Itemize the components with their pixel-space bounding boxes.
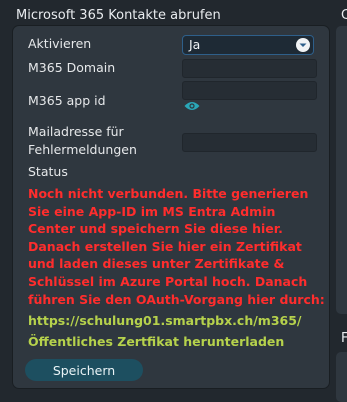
right-edge-panel-top <box>336 26 347 314</box>
save-button[interactable]: Speichern <box>25 359 143 381</box>
error-email-label: Mailadresse für Fehlermeldungen <box>28 123 137 159</box>
m365-settings-panel: Aktivieren Ja M365 Domain M365 app id Ma… <box>13 26 329 388</box>
error-email-label-line2: Fehlermeldungen <box>28 142 137 157</box>
error-email-label-line1: Mailadresse für <box>28 124 124 139</box>
app-id-input[interactable] <box>182 81 317 100</box>
section-title: Microsoft 365 Kontakte abrufen <box>16 8 221 23</box>
chevron-down-icon <box>296 38 310 52</box>
eye-icon[interactable] <box>184 101 200 111</box>
right-edge-title-fragment-2: F <box>341 331 347 346</box>
activate-select[interactable]: Ja <box>182 35 314 55</box>
oauth-link[interactable]: https://schulung01.smartpbx.ch/m365/ <box>28 312 302 330</box>
error-email-input[interactable] <box>182 133 317 152</box>
domain-label: M365 Domain <box>28 60 116 75</box>
domain-input[interactable] <box>182 59 317 78</box>
certificate-download-link[interactable]: Öffentliches Zertfikat herunterladen <box>28 333 284 351</box>
activate-select-value: Ja <box>189 37 201 52</box>
app-id-label: M365 app id <box>28 93 106 108</box>
activate-label: Aktivieren <box>28 36 92 51</box>
status-label: Status <box>28 164 68 179</box>
status-message: Noch nicht verbunden. Bitte generieren S… <box>28 186 325 307</box>
right-edge-title-fragment: C <box>341 8 347 23</box>
